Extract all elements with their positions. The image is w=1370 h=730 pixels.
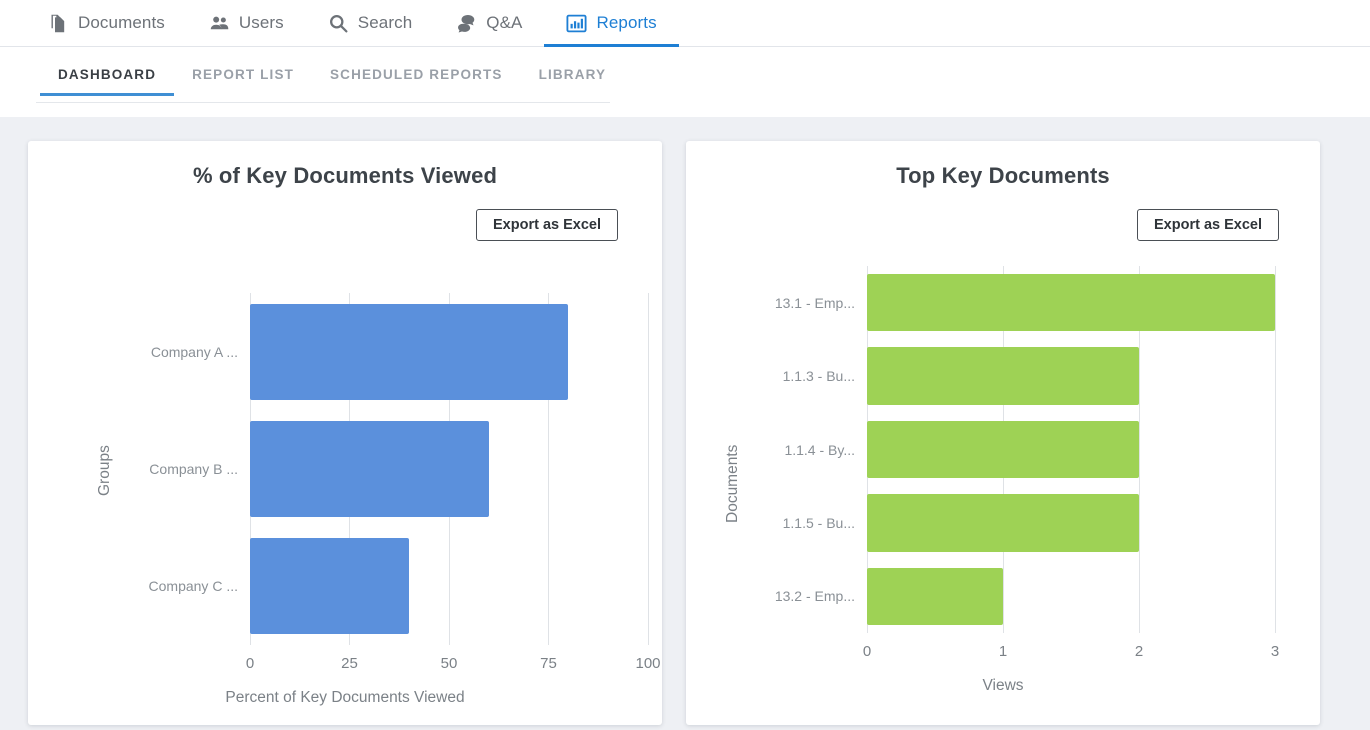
nav-item-reports[interactable]: Reports [544,0,679,48]
chart-bar[interactable] [250,303,569,400]
bar-chart-icon [566,13,587,34]
qa-chat-icon [456,13,477,34]
chart-bar[interactable] [867,420,1139,479]
chart-bar[interactable] [250,538,410,635]
chart-x-tick-label: 1 [998,643,1008,660]
chart-y-tick-label: 1.1.4 - By... [784,441,855,458]
nav-item-users[interactable]: Users [187,0,306,47]
chart-x-tick-label: 0 [862,643,872,660]
nav-label: Search [357,13,413,32]
subtab-label: REPORT LIST [192,67,295,82]
chart-x-tick-label: 0 [245,655,255,672]
nav-item-qa[interactable]: Q&A [434,0,544,47]
chart-x-tick-label: 100 [635,655,661,672]
chart-top-key-documents: 13.1 - Emp... 1.1.3 - Bu... 1.1.4 - By... 1… [686,141,1320,725]
search-icon [328,13,349,34]
chart-bar[interactable] [867,347,1139,405]
active-subtab-indicator [40,93,175,96]
subtab-label: LIBRARY [538,67,607,82]
users-icon [209,13,230,34]
chart-x-tick-label: 50 [440,655,458,672]
primary-navigation-bar: Documents Users Search Q&A Reports [0,0,1370,48]
chart-bar[interactable] [867,274,1275,332]
chart-y-tick-label: Company A ... [150,343,238,360]
nav-label: Users [238,13,284,32]
chart-x-tick-label: 75 [540,655,557,672]
chart-x-axis-title: Percent of Key Documents Viewed [225,689,465,706]
chart-y-tick-label: 1.1.5 - Bu... [782,514,855,531]
chart-bar[interactable] [867,494,1139,552]
dashboard-board: % of Key Documents Viewed Export as Exce… [0,118,1370,730]
chart-y-tick-label: 1.1.3 - Bu... [782,368,855,385]
chart-y-tick-label: Company B ... [149,461,238,477]
subtab-scheduled-reports[interactable]: SCHEDULED REPORTS [312,67,521,96]
chart-x-axis-title: Views [982,677,1024,694]
subtab-dashboard[interactable]: DASHBOARD [40,67,175,96]
chart-x-tick-label: 3 [1270,643,1280,660]
chart-y-tick-label: 13.2 - Emp... [774,588,855,605]
card-top-key-documents: Top Key Documents Export as Excel 13.1 -… [686,141,1320,725]
chart-bar[interactable] [250,420,489,518]
card-key-documents-viewed: % of Key Documents Viewed Export as Exce… [28,141,662,725]
subnav-divider [36,102,610,103]
nav-item-search[interactable]: Search [306,0,434,47]
chart-y-axis-title: Documents [724,444,741,523]
chart-x-tick-label: 25 [341,655,358,672]
chart-y-tick-label: Company C ... [148,578,238,595]
subtab-library[interactable]: LIBRARY [521,67,625,96]
chart-bar[interactable] [867,567,1003,625]
chart-gridline [647,293,649,645]
nav-label: Reports [596,13,657,32]
chart-y-tick-label: 13.1 - Emp... [774,294,855,311]
subtab-report-list[interactable]: REPORT LIST [174,67,312,96]
nav-label: Q&A [486,13,523,32]
nav-item-documents[interactable]: Documents [26,0,187,47]
chart-y-axis-title: Groups [96,445,113,496]
reports-subnavigation: DASHBOARD REPORT LIST SCHEDULED REPORTS … [0,47,1370,117]
chart-key-documents-viewed: Company A ... Company B ... Company C ... 0… [28,141,662,725]
subtab-label: DASHBOARD [58,67,157,82]
nav-label: Documents [78,13,165,32]
documents-icon [48,13,69,34]
subtab-label: SCHEDULED REPORTS [330,67,503,82]
chart-x-tick-label: 2 [1134,643,1144,660]
